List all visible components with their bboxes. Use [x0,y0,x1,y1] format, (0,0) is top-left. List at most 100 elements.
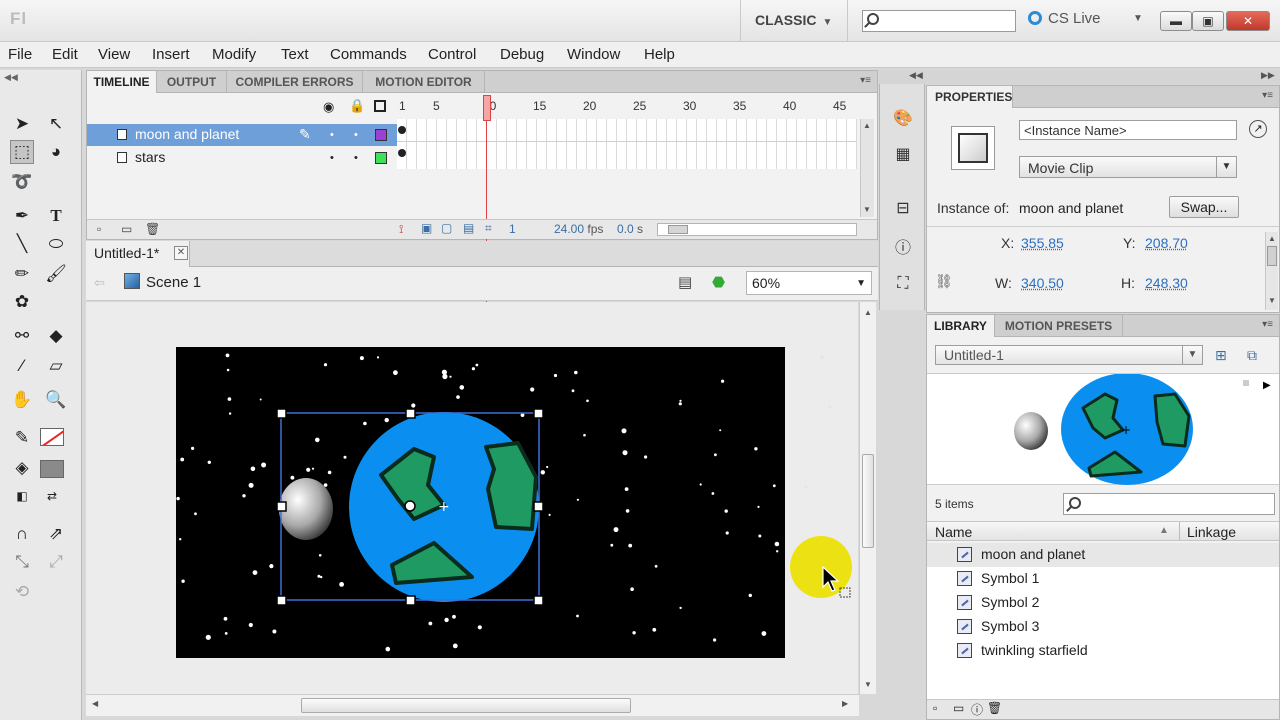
3d-rotation-tool-icon[interactable]: ◕ [44,140,68,164]
maximize-button[interactable]: ▣ [1192,11,1224,31]
collapse-icon[interactable]: ◀◀ [4,72,18,83]
minimize-button[interactable]: ▬ [1160,11,1192,31]
tab-compiler-errors[interactable]: COMPILER ERRORS [227,71,363,93]
w-value[interactable]: 340.50 [1021,275,1064,291]
scroll-thumb[interactable] [301,698,631,713]
pen-tool-icon[interactable]: ✒ [10,204,34,228]
cs-live-button[interactable]: CS Live [1028,10,1101,27]
menu-file[interactable]: File [8,42,32,63]
close-icon[interactable]: ✕ [174,246,188,260]
bone-tool-icon[interactable]: ⚯ [10,324,34,348]
black-white-icon[interactable]: ◧ [10,484,34,508]
panel-menu-icon[interactable]: ▾≡ [1262,319,1273,330]
elapsed-time[interactable]: 0.0 s [617,222,643,236]
panel-menu-icon[interactable]: ▾≡ [860,75,871,86]
subselection-tool-icon[interactable]: ↖ [44,112,68,136]
scroll-thumb[interactable] [1267,246,1277,266]
info-icon[interactable]: ⓘ [891,234,915,258]
layer-outline-color[interactable] [375,129,387,141]
keyframe[interactable] [398,149,406,157]
lock-dot[interactable]: • [354,152,358,164]
scroll-thumb[interactable] [668,225,688,234]
menu-view[interactable]: View [98,42,130,63]
zoom-select[interactable]: 60% ▼ [746,271,872,295]
new-folder-icon[interactable]: ▭ [953,701,964,715]
expand-icon[interactable]: ◀◀ [909,70,923,81]
lock-icon[interactable]: 🔒 [349,98,365,114]
help-icon[interactable]: ↗ [1249,120,1267,138]
swatches-icon[interactable]: ▦ [891,142,915,166]
transform-icon[interactable]: ⛶ [891,272,915,296]
workspace-switcher[interactable]: CLASSIC ▼ [740,0,848,42]
tab-output[interactable]: OUTPUT [157,71,227,93]
delete-icon[interactable]: 🗑 [987,701,1002,715]
free-transform-tool-icon[interactable]: ⬚ [10,140,34,164]
menu-help[interactable]: Help [644,42,675,63]
library-search-input[interactable] [1063,493,1275,515]
scroll-left-icon[interactable]: ◀ [92,699,98,708]
color-palette-icon[interactable]: 🎨 [891,106,915,130]
play-icon[interactable]: ▶ [1263,380,1271,391]
hand-tool-icon[interactable]: ✋ [10,388,34,412]
menu-commands[interactable]: Commands [330,42,407,63]
x-value[interactable]: 355.85 [1021,235,1064,251]
scroll-down-icon[interactable]: ▼ [1268,296,1276,305]
column-linkage[interactable]: Linkage [1187,524,1236,540]
oval-tool-icon[interactable]: ⬭ [44,232,68,256]
selection-tool-icon[interactable]: ➤ [10,112,34,136]
timeline-horizontal-scrollbar[interactable] [657,223,857,236]
transform-handle[interactable] [276,501,287,512]
new-layer-icon[interactable]: ▫ [97,222,101,236]
playhead[interactable] [483,95,491,121]
list-item[interactable]: Symbol 3 [927,615,1279,639]
smooth-icon[interactable]: ⇗ [44,522,68,546]
close-button[interactable]: ✕ [1226,11,1270,31]
frame-ruler[interactable]: 1 5 10 15 20 25 30 35 40 45 [397,93,857,119]
y-value[interactable]: 208.70 [1145,235,1188,251]
scroll-thumb[interactable] [862,454,874,548]
edit-scene-icon[interactable]: ⬣ [712,273,725,291]
edit-multiple-frames-icon[interactable]: ▤ [463,221,474,235]
tab-motion-presets[interactable]: MOTION PRESETS [995,315,1123,337]
collapse-icon[interactable]: ▶▶ [1261,70,1275,81]
edit-symbols-icon[interactable]: ▤ [678,273,692,291]
transform-handle[interactable] [533,595,544,606]
fill-color-icon[interactable]: ◈ [10,456,34,480]
menu-insert[interactable]: Insert [152,42,190,63]
delete-icon[interactable]: 🗑 [145,222,160,236]
document-tab[interactable]: Untitled-1* ✕ [86,241,190,267]
scroll-up-icon[interactable]: ▲ [863,121,871,130]
stage-vertical-scrollbar[interactable]: ▲ ▼ [859,302,876,694]
lasso-tool-icon[interactable]: ➰ [10,170,34,194]
timeline-vertical-scrollbar[interactable]: ▲ ▼ [860,119,874,217]
scroll-right-icon[interactable]: ▶ [842,699,848,708]
rotate-skew-icon[interactable]: ⟲ [10,580,34,604]
modify-markers-icon[interactable]: ⌗ [485,221,492,236]
new-library-panel-icon[interactable]: ⧉ [1247,347,1257,364]
properties-icon[interactable]: ⓘ [971,701,983,718]
straighten-icon[interactable]: ⤢ [44,550,68,574]
transform-handle[interactable] [405,595,416,606]
tab-library[interactable]: LIBRARY [927,315,995,337]
transform-handle[interactable] [276,408,287,419]
zoom-tool-icon[interactable]: 🔍 [44,388,68,412]
h-value[interactable]: 248.30 [1145,275,1188,291]
menu-window[interactable]: Window [567,42,620,63]
line-tool-icon[interactable]: ╲ [10,232,34,256]
transform-point[interactable] [404,500,416,512]
transform-handle[interactable] [276,595,287,606]
library-document-select[interactable]: Untitled-1 ▼ [935,345,1203,365]
snap-to-objects-icon[interactable]: ∩ [10,522,34,546]
frame-rate[interactable]: 24.00 fps [554,222,603,236]
help-search-input[interactable] [862,10,1016,32]
list-item[interactable]: moon and planet [927,543,1279,567]
onion-skin-icon[interactable]: ▣ [421,221,432,235]
chevron-down-icon[interactable]: ▼ [1133,13,1143,24]
column-name[interactable]: Name [935,524,972,540]
swap-button[interactable]: Swap... [1169,196,1239,218]
menu-text[interactable]: Text [281,42,309,63]
tab-timeline[interactable]: TIMELINE [87,71,157,93]
layer-outline-color[interactable] [375,152,387,164]
new-symbol-icon[interactable]: ▫ [933,701,937,715]
pin-library-icon[interactable]: ⊞ [1215,347,1227,364]
